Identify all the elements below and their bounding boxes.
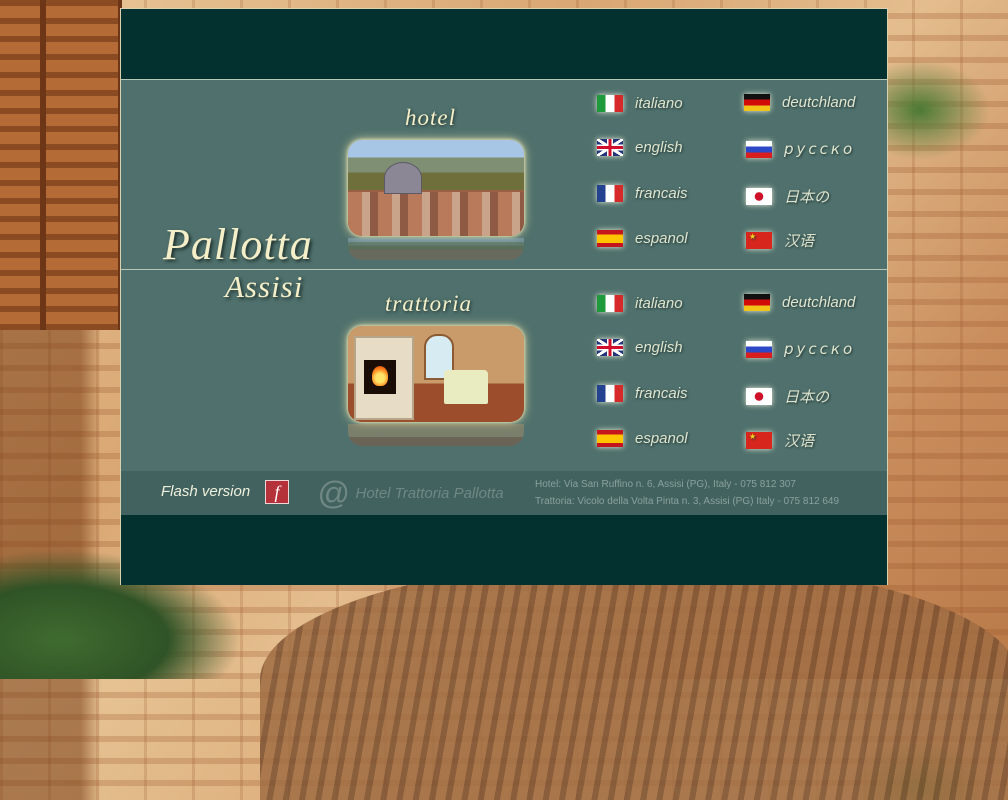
- france-flag-icon: [597, 385, 623, 402]
- brand-name: Pallotta: [163, 220, 313, 269]
- bottom-band: [121, 515, 887, 585]
- trattoria-address: Trattoria: Vicolo della Volta Pinta n. 3…: [535, 496, 840, 507]
- spain-flag-icon: [597, 430, 623, 447]
- spain-flag-icon: [597, 230, 623, 247]
- italy-flag-icon: [597, 295, 623, 312]
- germany-flag-icon: [744, 294, 770, 311]
- contact-link[interactable]: @ Hotel Trattoria Pallotta: [317, 477, 504, 509]
- window-shutter: [0, 0, 122, 330]
- hotel-photo-reflection: [348, 238, 524, 260]
- uk-flag-icon: [597, 139, 623, 156]
- trattoria-lang-deutchland[interactable]: deutchland: [744, 294, 855, 311]
- lang-label: english: [635, 339, 683, 356]
- trattoria-lang-english[interactable]: english: [597, 339, 683, 356]
- hotel-title[interactable]: hotel: [405, 105, 456, 131]
- italy-flag-icon: [597, 95, 623, 112]
- japan-flag-icon: [746, 188, 772, 205]
- russia-flag-icon: [746, 140, 772, 158]
- main-panel: Pallotta Assisi hotel italiano deutchlan…: [120, 8, 888, 585]
- top-band: [121, 9, 887, 80]
- lang-label: deutchland: [782, 294, 856, 311]
- hotel-lang-japanese[interactable]: 日本の: [746, 186, 829, 207]
- lang-label: english: [635, 139, 683, 156]
- contact-name: Hotel Trattoria Pallotta: [355, 484, 504, 502]
- hotel-lang-espanol[interactable]: espanol: [597, 230, 688, 247]
- lang-label: italiano: [635, 295, 683, 312]
- lang-label: deutchland: [782, 94, 856, 111]
- hotel-lang-francais[interactable]: francais: [597, 185, 688, 202]
- trattoria-photo[interactable]: [348, 326, 524, 422]
- hotel-lang-chinese[interactable]: 汉语: [746, 230, 814, 251]
- hotel-lang-russian[interactable]: русско: [746, 140, 855, 158]
- trattoria-lang-francais[interactable]: francais: [597, 385, 688, 402]
- brand-town: Assisi: [225, 269, 304, 304]
- lang-label: espanol: [635, 230, 688, 247]
- lang-label: русско: [784, 140, 856, 158]
- lang-label: francais: [635, 185, 688, 202]
- trattoria-lang-espanol[interactable]: espanol: [597, 430, 688, 447]
- hotel-lang-english[interactable]: english: [597, 139, 683, 156]
- flash-player-icon[interactable]: f: [265, 480, 289, 504]
- lang-label: 日本の: [784, 188, 830, 206]
- lang-label: espanol: [635, 430, 688, 447]
- china-flag-icon: [746, 232, 772, 249]
- trattoria-photo-reflection: [348, 424, 524, 446]
- germany-flag-icon: [744, 94, 770, 111]
- france-flag-icon: [597, 185, 623, 202]
- trattoria-title[interactable]: trattoria: [385, 291, 472, 317]
- hotel-address: Hotel: Via San Ruffino n. 6, Assisi (PG)…: [535, 479, 796, 490]
- flash-version-link[interactable]: Flash version: [161, 483, 250, 500]
- lang-label: 日本の: [784, 388, 830, 406]
- hotel-photo[interactable]: [348, 140, 524, 236]
- lang-label: 汉语: [784, 432, 815, 450]
- at-sign-icon: @: [317, 475, 350, 511]
- japan-flag-icon: [746, 388, 772, 405]
- trattoria-lang-japanese[interactable]: 日本の: [746, 386, 829, 407]
- hotel-lang-deutchland[interactable]: deutchland: [744, 94, 855, 111]
- russia-flag-icon: [746, 340, 772, 358]
- lang-label: italiano: [635, 95, 683, 112]
- china-flag-icon: [746, 432, 772, 449]
- hotel-lang-italiano[interactable]: italiano: [597, 95, 683, 112]
- trattoria-lang-italiano[interactable]: italiano: [597, 295, 683, 312]
- lang-label: 汉语: [784, 232, 815, 250]
- background-roof: [260, 560, 1008, 800]
- lang-label: русско: [784, 340, 856, 358]
- trattoria-lang-russian[interactable]: русско: [746, 340, 855, 358]
- trattoria-lang-chinese[interactable]: 汉语: [746, 430, 814, 451]
- lang-label: francais: [635, 385, 688, 402]
- uk-flag-icon: [597, 339, 623, 356]
